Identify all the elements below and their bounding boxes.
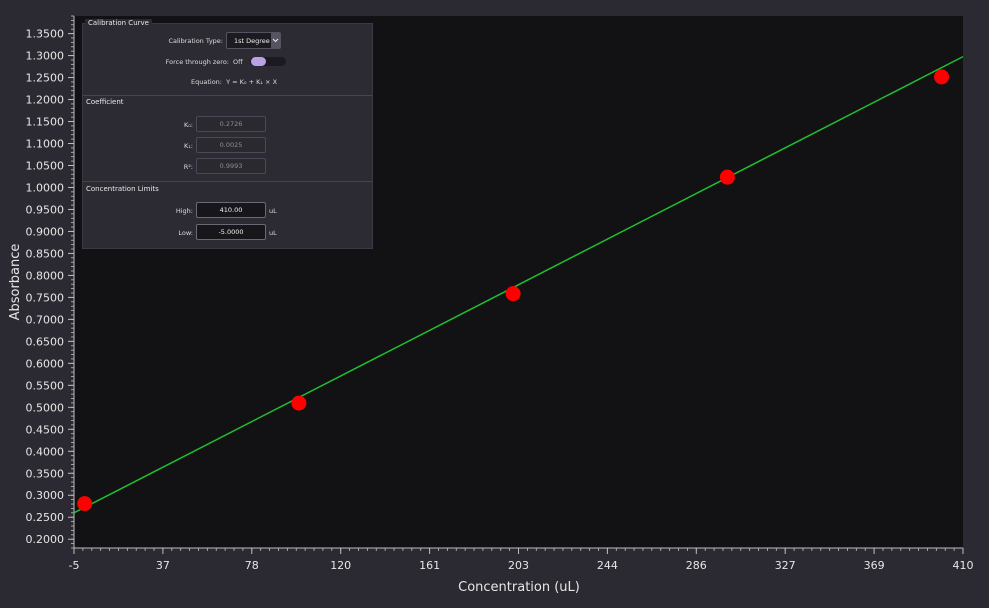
y-tick-label: 1.1500 (26, 116, 65, 129)
y-tick-label: 0.9000 (26, 225, 65, 238)
y-tick-label: 1.0000 (26, 181, 65, 194)
y-tick-label: 1.0500 (26, 159, 65, 172)
toggle-knob[interactable] (251, 57, 266, 66)
low-unit: uL (269, 229, 277, 237)
calibration-curve-title: Calibration Curve (85, 19, 152, 27)
y-tick-label: 0.5000 (26, 401, 65, 414)
chevron-down-icon[interactable] (271, 33, 280, 48)
low-label: Low: (178, 229, 193, 237)
low-limit-input[interactable]: -5.0000 (196, 224, 266, 240)
k0-field: 0.2726 (196, 116, 266, 132)
data-point[interactable] (934, 69, 950, 85)
x-tick-label: 410 (953, 559, 974, 572)
x-axis-ticks: -5 37 78 120 161 203 244 286 327 369 410 (69, 548, 974, 572)
y-tick-label: 1.1000 (26, 138, 65, 151)
equation-label: Equation: (191, 78, 222, 86)
x-tick-label: 244 (597, 559, 618, 572)
x-tick-label: 78 (245, 559, 259, 572)
calibration-type-label: Calibration Type: (168, 37, 223, 45)
y-tick-label: 1.3500 (26, 28, 65, 41)
data-point[interactable] (291, 395, 307, 411)
divider-coefficient (83, 95, 372, 96)
y-tick-label: 0.3500 (26, 467, 65, 480)
y-tick-label: 1.3000 (26, 50, 65, 63)
k0-label: K₀: (183, 121, 193, 129)
y-tick-label: 0.7500 (26, 291, 65, 304)
y-tick-label: 0.3000 (26, 489, 65, 502)
x-tick-label: 37 (156, 559, 170, 572)
high-label: High: (175, 207, 193, 215)
coefficient-title: Coefficient (83, 98, 127, 106)
calibration-type-select[interactable]: 1st Degree (226, 32, 281, 49)
x-tick-label: 161 (419, 559, 440, 572)
calibration-panel: Calibration Curve Calibration Type: 1st … (82, 19, 373, 249)
x-tick-label: -5 (69, 559, 80, 572)
x-tick-label: 286 (686, 559, 707, 572)
y-tick-label: 0.7000 (26, 313, 65, 326)
y-tick-label: 1.2000 (26, 94, 65, 107)
r2-label: R²: (183, 163, 193, 171)
equation-text: Y = K₀ + K₁ × X (226, 78, 278, 86)
y-tick-label: 0.4500 (26, 423, 65, 436)
k1-label: K₁: (183, 142, 193, 150)
high-unit: uL (269, 207, 277, 215)
k1-field: 0.0025 (196, 137, 266, 153)
equation: Equation: Y = K₀ + K₁ × X (191, 78, 277, 86)
calibration-type-value: 1st Degree (234, 36, 270, 45)
data-point[interactable] (719, 169, 735, 185)
y-tick-label: 0.8000 (26, 269, 65, 282)
x-tick-label: 327 (775, 559, 796, 572)
y-tick-label: 0.2000 (26, 533, 65, 546)
force-zero-state: Off (233, 58, 243, 66)
y-tick-label: 0.5500 (26, 379, 65, 392)
x-tick-label: 369 (864, 559, 885, 572)
y-axis-label: Absorbance (8, 244, 23, 321)
r2-field: 0.9993 (196, 158, 266, 174)
y-tick-label: 0.8500 (26, 247, 65, 260)
y-tick-label: 0.2500 (26, 511, 65, 524)
y-tick-label: 0.6000 (26, 357, 65, 370)
y-axis-ticks: 0.2000 0.2500 0.3000 0.3500 0.4000 0.4500 0.50… (26, 15, 74, 549)
data-point[interactable] (77, 496, 93, 512)
y-tick-label: 0.9500 (26, 203, 65, 216)
concentration-limits-title: Concentration Limits (83, 185, 162, 193)
y-tick-label: 0.6500 (26, 335, 65, 348)
high-limit-input[interactable]: 410.00 (196, 202, 266, 218)
force-zero-toggle[interactable] (250, 57, 286, 66)
y-tick-label: 1.2500 (26, 72, 65, 85)
x-tick-label: 120 (330, 559, 351, 572)
x-axis-label: Concentration (uL) (458, 580, 580, 595)
y-tick-label: 0.4000 (26, 445, 65, 458)
divider-limits (83, 181, 372, 182)
x-tick-label: 203 (508, 559, 529, 572)
force-zero-label: Force through zero: (165, 58, 229, 66)
data-point[interactable] (505, 286, 521, 302)
